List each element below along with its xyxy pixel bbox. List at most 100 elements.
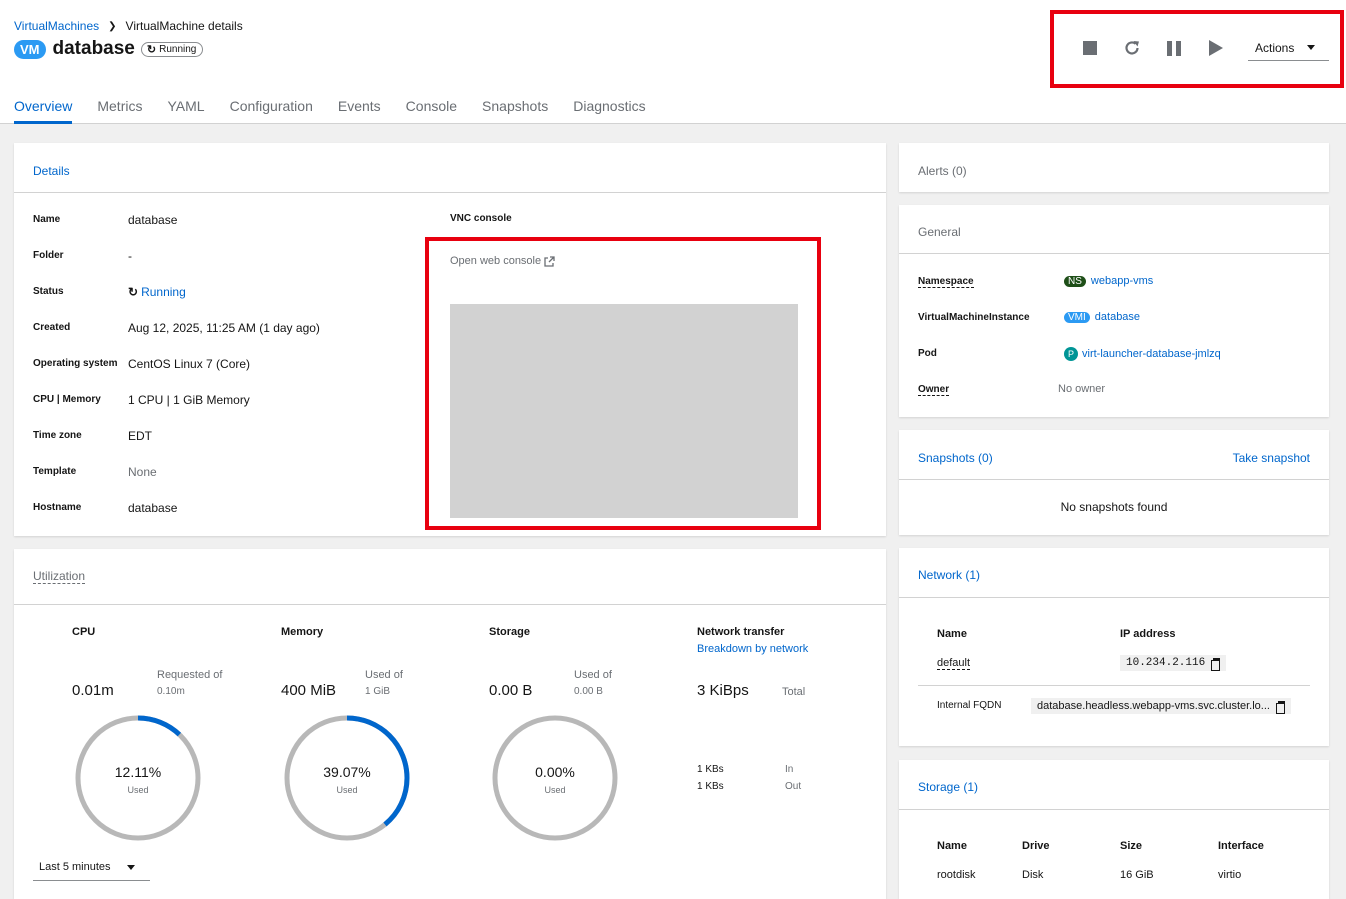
memory-percent: 39.07% [323,764,371,780]
vnc-console-preview[interactable] [450,304,798,518]
alerts-title: Alerts (0) [918,164,967,178]
field-label-hostname: Hostname [33,502,82,513]
tab-bar: Overview Metrics YAML Configuration Even… [0,90,657,124]
sync-icon: ↻ [146,43,157,56]
details-title-link[interactable]: Details [33,164,70,178]
tab-yaml[interactable]: YAML [167,90,204,124]
start-button[interactable] [1204,36,1228,60]
network-col-name: Name [937,628,967,640]
storage-util-of-label: Used of [574,669,612,681]
field-label-created: Created [33,322,71,333]
chevron-right-icon: ❯ [108,20,117,32]
namespace-link[interactable]: webapp-vms [1091,275,1153,287]
network-title-link[interactable]: Network (1) [918,568,980,582]
vmi-link[interactable]: database [1095,311,1140,323]
pause-icon [1167,40,1181,56]
breakdown-by-network-link[interactable]: Breakdown by network [697,643,808,655]
vmi-badge: VMI [1064,311,1090,323]
alerts-card: Alerts (0) [899,143,1329,192]
utilization-card-header: Utilization [14,549,886,605]
stop-icon [1083,41,1097,55]
field-label-os: Operating system [33,358,118,369]
tab-configuration[interactable]: Configuration [230,90,313,124]
vm-badge: VM [14,39,46,59]
owner-value: No owner [1058,383,1106,395]
snapshots-card-header: Snapshots (0) Take snapshot [899,430,1329,480]
network-card: Network (1) Name IP address default 10.2… [899,548,1329,746]
ip-address-copy[interactable]: 10.234.2.116 [1120,655,1227,671]
fqdn-value: database.headless.webapp-vms.svc.cluster… [1037,700,1270,712]
network-transfer-title: Network transfer [697,626,785,638]
memory-of-label: Used of [365,669,403,681]
field-value-folder: - [128,249,132,263]
storage-util-value: 0.00 B [489,682,533,699]
vmi-label: VirtualMachineInstance [918,312,1030,323]
tab-diagnostics[interactable]: Diagnostics [573,90,645,124]
field-value-created: Aug 12, 2025, 11:25 AM (1 day ago) [128,321,320,335]
storage-row-drive: Disk [1022,869,1044,881]
title-bar: VM database ↻ Running [14,38,204,60]
storage-util-title: Storage [489,626,530,638]
tab-console[interactable]: Console [406,90,457,124]
pod-badge: P [1064,347,1078,361]
field-value-hostname: database [128,501,178,515]
cpu-title: CPU [72,626,96,638]
take-snapshot-button[interactable]: Take snapshot [1233,451,1310,465]
network-in-value: 1 KBs [697,764,724,775]
network-card-header: Network (1) [899,548,1329,598]
network-total-label: Total [782,686,806,698]
field-value-timezone: EDT [128,429,152,443]
time-range-label: Last 5 minutes [39,861,111,873]
actions-dropdown[interactable]: Actions [1248,36,1329,61]
breadcrumb: VirtualMachines ❯ VirtualMachine details [14,19,243,33]
general-title: General [918,225,961,239]
tab-snapshots[interactable]: Snapshots [482,90,548,124]
pod-label: Pod [918,348,937,359]
cpu-value: 0.01m [72,682,114,699]
field-label-status: Status [33,286,64,297]
field-value-template: None [128,465,157,479]
storage-col-drive: Drive [1022,840,1050,852]
cpu-of-label: Requested of [157,669,223,681]
snapshots-title-link[interactable]: Snapshots (0) [918,451,993,465]
open-web-console-link[interactable]: Open web console [450,255,555,267]
time-range-dropdown[interactable]: Last 5 minutes [33,854,150,881]
memory-value: 400 MiB [281,682,337,699]
namespace-badge: NS [1064,275,1086,287]
field-label-timezone: Time zone [33,430,82,441]
caret-down-icon [1307,45,1315,50]
actions-dropdown-label: Actions [1255,41,1295,55]
snapshots-empty-text: No snapshots found [1060,500,1168,514]
tab-metrics[interactable]: Metrics [97,90,142,124]
status-value-text: Running [141,285,186,299]
external-link-icon [544,255,555,267]
namespace-label[interactable]: Namespace [918,276,974,288]
field-value-status: ↻ Running [128,285,186,299]
storage-col-size: Size [1120,840,1143,852]
breadcrumb-virtualmachines-link[interactable]: VirtualMachines [14,19,99,33]
ip-address-value: 10.234.2.116 [1126,657,1206,669]
storage-title-link[interactable]: Storage (1) [918,780,978,794]
tab-overview[interactable]: Overview [14,90,73,124]
utilization-title[interactable]: Utilization [33,569,86,584]
pause-button[interactable] [1162,36,1186,60]
storage-util-used-label: Used [544,785,566,795]
tab-events[interactable]: Events [338,90,381,124]
storage-card-header: Storage (1) [899,760,1329,810]
field-value-os: CentOS Linux 7 (Core) [128,357,251,371]
fqdn-copy[interactable]: database.headless.webapp-vms.svc.cluster… [1031,698,1291,714]
network-row-name[interactable]: default [937,657,971,670]
sync-icon: ↻ [128,285,139,299]
storage-col-name: Name [937,840,967,852]
network-out-label: Out [785,781,802,792]
copy-icon [1275,700,1285,714]
caret-down-icon [127,865,135,870]
storage-card: Storage (1) Name Drive Size Interface ro… [899,760,1329,899]
divider [918,685,1310,686]
field-label-cpu-memory: CPU | Memory [33,394,101,405]
stop-button[interactable] [1078,36,1102,60]
general-card-header: General [899,205,1329,254]
restart-button[interactable] [1120,36,1144,60]
owner-label[interactable]: Owner [918,384,950,396]
pod-link[interactable]: virt-launcher-database-jmlzq [1082,348,1221,360]
